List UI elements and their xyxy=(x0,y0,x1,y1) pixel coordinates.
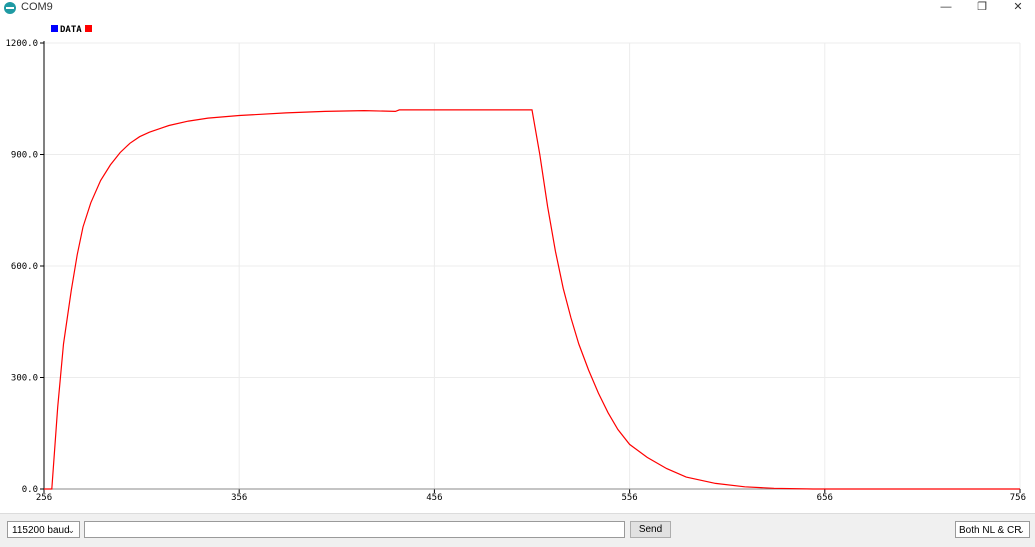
y-tick-label: 900.0 xyxy=(11,151,38,161)
serial-plotter-area: 256 356 456 556 656 756 0.0 300.0 600.0 900.0 1200… xyxy=(0,16,1035,513)
y-tick-label: 600.0 xyxy=(11,262,38,272)
arduino-icon xyxy=(4,2,16,14)
series-line-data xyxy=(44,109,1020,490)
line-ending-value: Both NL & CR xyxy=(959,525,1022,536)
send-button[interactable]: Send xyxy=(630,521,671,538)
tick-labels: 256 356 456 556 656 756 0.0 300.0 600.0 900.0 1200… xyxy=(5,39,1026,503)
legend-swatch-blue xyxy=(51,25,58,32)
line-chart: 256 356 456 556 656 756 0.0 300.0 600.0 900.0 1200… xyxy=(5,25,1026,503)
legend-swatch-red xyxy=(85,25,92,32)
x-tick-label: 756 xyxy=(1010,493,1026,503)
x-tick-label: 356 xyxy=(231,493,247,503)
chevron-down-icon: ⌄ xyxy=(1017,525,1025,535)
maximize-button[interactable]: ❐ xyxy=(964,0,1000,16)
close-button[interactable]: ✕ xyxy=(1000,0,1035,16)
x-tick-label: 256 xyxy=(36,493,52,503)
y-tick-label: 1200.0 xyxy=(5,39,38,49)
serial-input[interactable] xyxy=(84,521,625,538)
x-tick-label: 556 xyxy=(621,493,637,503)
legend-label: DATA xyxy=(60,25,82,35)
y-tick-label: 300.0 xyxy=(11,374,38,384)
bottom-toolbar: 115200 baud ⌄ Send Both NL & CR ⌄ xyxy=(0,513,1035,547)
baud-rate-select[interactable]: 115200 baud ⌄ xyxy=(7,521,80,538)
minimize-button[interactable]: — xyxy=(928,0,964,16)
axes xyxy=(40,41,1021,493)
x-tick-label: 656 xyxy=(817,493,833,503)
baud-rate-value: 115200 baud xyxy=(12,525,70,536)
y-tick-label: 0.0 xyxy=(22,485,38,495)
chevron-down-icon: ⌄ xyxy=(67,525,75,535)
window-title: COM9 xyxy=(21,1,53,13)
x-tick-label: 456 xyxy=(426,493,442,503)
series-layer xyxy=(44,109,1020,490)
legend: DATA xyxy=(51,25,92,35)
title-bar: COM9 — ❐ ✕ xyxy=(0,0,1035,16)
line-ending-select[interactable]: Both NL & CR ⌄ xyxy=(955,521,1030,538)
